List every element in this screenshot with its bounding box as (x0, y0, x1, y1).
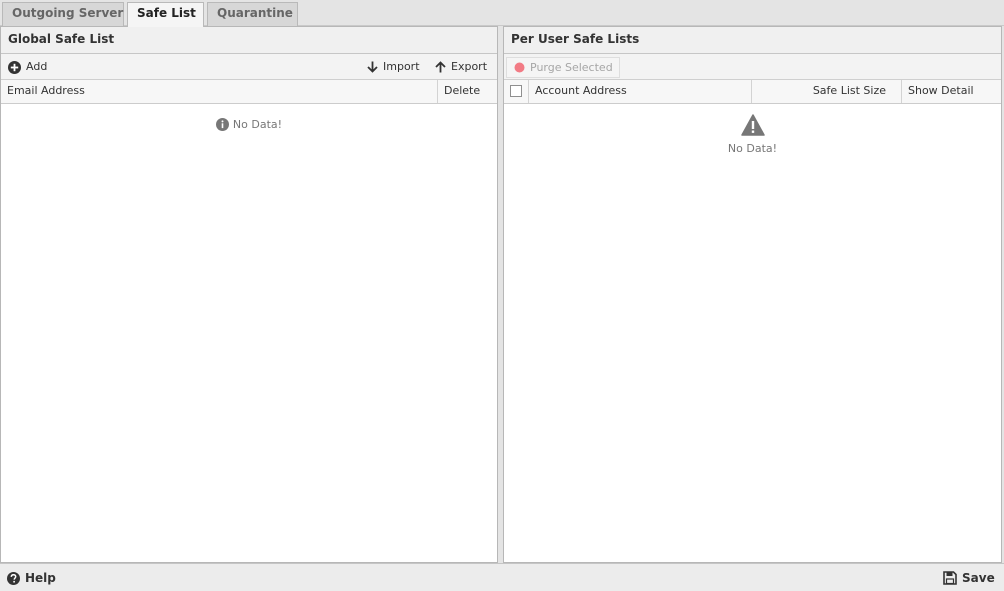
add-label: Add (26, 60, 48, 73)
arrow-down-icon (367, 61, 378, 73)
column-delete[interactable]: Delete (437, 80, 497, 103)
purge-selected-button[interactable]: Purge Selected (506, 57, 620, 78)
warning-icon (740, 114, 765, 136)
global-safe-list-panel: Global Safe List Add Import Export Email… (0, 26, 498, 563)
save-label: Save (962, 571, 995, 585)
tab-bar: Outgoing Server Safe List Quarantine (0, 0, 1004, 27)
select-all-checkbox[interactable] (510, 85, 522, 97)
per-user-safe-lists-title: Per User Safe Lists (504, 27, 1001, 54)
footer-bar: Help Save (0, 563, 1004, 591)
column-safe-list-size[interactable]: Safe List Size (751, 80, 901, 103)
per-user-column-header: Account Address Safe List Size Show Deta… (504, 80, 1001, 104)
global-safe-list-title: Global Safe List (1, 27, 497, 54)
floppy-disk-icon (943, 571, 957, 585)
per-user-empty-message: No Data! (504, 114, 1001, 155)
import-button[interactable]: Import (367, 58, 420, 76)
select-all-cell (504, 80, 528, 103)
export-label: Export (451, 60, 488, 73)
column-show-detail[interactable]: Show Detail (901, 80, 1001, 103)
help-label: Help (25, 571, 56, 585)
info-icon (215, 118, 229, 131)
plus-circle-icon (8, 60, 21, 74)
import-label: Import (383, 60, 420, 73)
purge-dot-icon (514, 62, 525, 73)
help-button[interactable]: Help (7, 569, 56, 587)
tab-safe-list[interactable]: Safe List (127, 2, 204, 27)
column-email-address[interactable]: Email Address (1, 80, 91, 103)
global-column-header: Email Address Delete (1, 80, 497, 104)
save-button[interactable]: Save (943, 569, 995, 587)
per-user-safe-lists-panel: Per User Safe Lists Purge Selected Accou… (503, 26, 1002, 563)
add-button[interactable]: Add (8, 58, 47, 76)
purge-selected-label: Purge Selected (530, 60, 613, 74)
help-icon (7, 571, 20, 585)
global-empty-message: No Data! (1, 118, 497, 131)
tab-quarantine[interactable]: Quarantine (207, 2, 298, 26)
arrow-up-icon (435, 61, 446, 73)
tab-outgoing-server[interactable]: Outgoing Server (2, 2, 124, 26)
global-empty-text: No Data! (232, 118, 283, 131)
column-account-address[interactable]: Account Address (528, 80, 751, 103)
export-button[interactable]: Export (435, 58, 487, 76)
per-user-empty-text: No Data! (727, 142, 778, 155)
per-user-toolbar: Purge Selected (504, 54, 1001, 80)
global-toolbar: Add Import Export (1, 54, 497, 80)
